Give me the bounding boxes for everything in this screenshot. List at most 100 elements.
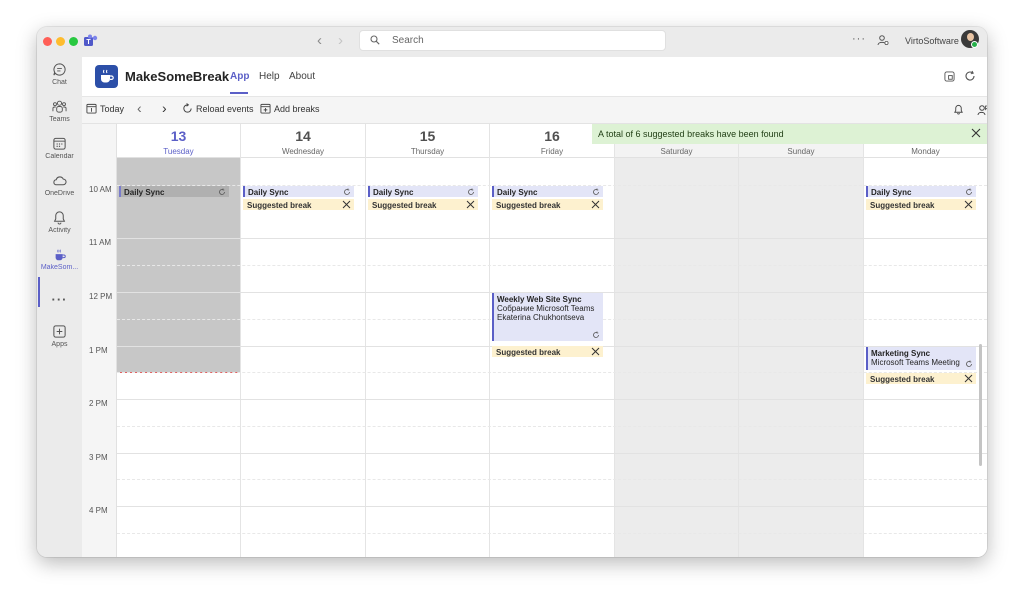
today-button[interactable]: Today: [86, 103, 124, 114]
calendar-today-icon: [86, 103, 97, 114]
hour-line: [117, 506, 987, 507]
add-calendar-icon: [260, 103, 271, 114]
rail-item-teams[interactable]: Teams: [37, 99, 82, 123]
svg-text:T: T: [86, 39, 91, 46]
half-hour-line: [117, 265, 987, 266]
scrollbar[interactable]: [979, 344, 982, 466]
suggested-break-label: Suggested break: [870, 375, 935, 384]
zoom-window-button[interactable]: [69, 37, 78, 46]
event-weekly-web-site-sync[interactable]: Weekly Web Site Sync Собрание Microsoft …: [492, 293, 603, 341]
hour-line: [117, 453, 987, 454]
suggested-break[interactable]: Suggested break: [866, 199, 976, 210]
dismiss-break-icon[interactable]: [591, 200, 600, 209]
rail-label-onedrive: OneDrive: [44, 190, 75, 197]
time-label: 10 AM: [89, 185, 112, 194]
tab-app[interactable]: App: [230, 71, 249, 82]
dismiss-break-icon[interactable]: [591, 347, 600, 356]
event-daily-sync[interactable]: Daily Sync: [866, 186, 976, 197]
event-organizer: Ekaterina Chukhontseva: [497, 313, 585, 322]
event-location: Собрание Microsoft Teams: [497, 304, 595, 313]
search-input[interactable]: Search: [359, 30, 666, 51]
event-daily-sync[interactable]: Daily Sync: [243, 186, 354, 197]
half-hour-line: [117, 479, 987, 480]
time-label: 2 PM: [89, 399, 108, 408]
cloud-icon: [53, 176, 67, 186]
today-label: Today: [100, 104, 125, 114]
main-area: MakeSomeBreak App Help About Today ‹ › R…: [82, 57, 987, 557]
feedback-icon[interactable]: [977, 104, 987, 116]
teams-icon: [52, 100, 67, 113]
add-breaks-label: Add breaks: [274, 104, 320, 114]
app-logo-icon: [95, 65, 118, 88]
day-name: Wednesday: [281, 147, 325, 156]
more-options-icon[interactable]: ···: [852, 33, 866, 45]
time-label: 3 PM: [89, 453, 108, 462]
suggested-break-label: Suggested break: [870, 201, 935, 210]
event-title: Daily Sync: [373, 188, 414, 197]
suggested-break-label: Suggested break: [247, 201, 312, 210]
minimize-window-button[interactable]: [56, 37, 65, 46]
rail-label-makesomebreak: MakeSom...: [40, 264, 79, 271]
rail-item-activity[interactable]: Activity: [37, 210, 82, 234]
previous-week-button[interactable]: ‹: [137, 100, 142, 116]
day-column-saturday[interactable]: 17 Saturday: [615, 124, 739, 557]
suggested-break[interactable]: Suggested break: [492, 199, 603, 210]
popout-icon[interactable]: [944, 71, 955, 82]
breaks-found-notice: A total of 6 suggested breaks have been …: [592, 124, 987, 144]
rail-label-apps: Apps: [51, 341, 68, 348]
notification-bell-icon[interactable]: [953, 104, 964, 115]
recurring-icon: [593, 188, 599, 195]
dismiss-break-icon[interactable]: [964, 374, 973, 383]
event-title: Daily Sync: [248, 188, 289, 197]
hour-line: [117, 399, 987, 400]
back-arrow-icon[interactable]: ‹: [317, 32, 322, 49]
rail-item-apps[interactable]: Apps: [37, 324, 82, 348]
suggested-break[interactable]: Suggested break: [866, 373, 976, 384]
reload-events-button[interactable]: Reload events: [182, 103, 254, 114]
rail-item-chat[interactable]: Chat: [37, 62, 82, 86]
rail-label-teams: Teams: [49, 116, 70, 123]
event-daily-sync[interactable]: Daily Sync: [368, 186, 478, 197]
event-title: Daily Sync: [871, 188, 912, 197]
recurring-icon: [468, 188, 474, 195]
time-gutter: 10 AM 11 AM 12 PM 1 PM 2 PM 3 PM 4 PM: [82, 124, 117, 557]
suggested-break[interactable]: Suggested break: [368, 199, 478, 210]
tab-help[interactable]: Help: [259, 71, 280, 82]
dismiss-break-icon[interactable]: [466, 200, 475, 209]
rail-item-more[interactable]: ···: [37, 291, 82, 309]
next-week-button[interactable]: ›: [162, 100, 167, 116]
dismiss-break-icon[interactable]: [964, 200, 973, 209]
rail-label-chat: Chat: [52, 79, 67, 86]
event-daily-sync[interactable]: Daily Sync: [119, 186, 229, 197]
people-icon[interactable]: [877, 34, 889, 46]
day-name: Sunday: [787, 147, 815, 156]
rail-item-onedrive[interactable]: OneDrive: [37, 173, 82, 197]
day-column-sunday[interactable]: 18 Sunday: [739, 124, 864, 557]
day-name: Monday: [911, 147, 940, 156]
day-name: Saturday: [660, 147, 693, 156]
day-name: Tuesday: [163, 147, 194, 156]
week-calendar: 10 AM 11 AM 12 PM 1 PM 2 PM 3 PM 4 PM 13…: [82, 124, 987, 557]
refresh-icon[interactable]: [964, 70, 976, 82]
tab-about[interactable]: About: [289, 71, 315, 82]
suggested-break[interactable]: Suggested break: [243, 199, 354, 210]
teams-window: T ‹ › Search ··· VirtoSoftware Chat Team…: [37, 27, 987, 557]
suggested-break[interactable]: Suggested break: [492, 346, 603, 357]
event-location: Microsoft Teams Meeting: [871, 358, 960, 367]
close-window-button[interactable]: [43, 37, 52, 46]
rail-item-calendar[interactable]: Calendar: [37, 136, 82, 160]
event-marketing-sync[interactable]: Marketing Sync Microsoft Teams Meeting: [866, 347, 976, 370]
day-header: 15 Thursday: [366, 124, 489, 158]
active-tab-indicator: [230, 92, 248, 94]
dismiss-break-icon[interactable]: [342, 200, 351, 209]
close-icon[interactable]: [971, 128, 981, 138]
day-header: 13 Tuesday: [117, 124, 240, 158]
add-breaks-button[interactable]: Add breaks: [260, 103, 320, 114]
forward-arrow-icon[interactable]: ›: [338, 32, 343, 49]
more-icon: ···: [51, 292, 68, 307]
calendar-icon: [53, 137, 66, 150]
recurring-icon: [593, 331, 599, 338]
half-hour-line: [117, 372, 987, 373]
event-daily-sync[interactable]: Daily Sync: [492, 186, 603, 197]
rail-item-makesomebreak[interactable]: MakeSom...: [37, 248, 82, 271]
